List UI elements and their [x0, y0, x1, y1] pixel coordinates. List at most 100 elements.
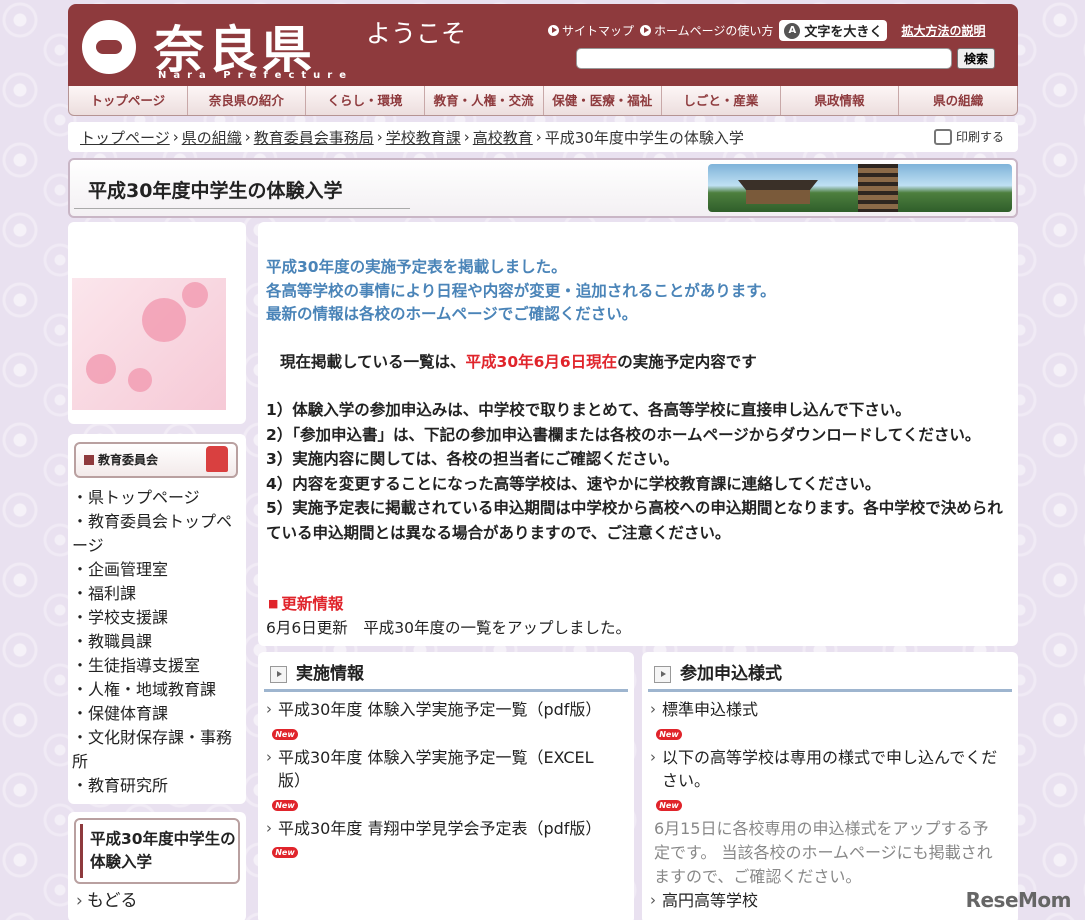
new-badge: New: [272, 847, 298, 858]
temple-hall: [746, 190, 810, 204]
search-input[interactable]: [576, 48, 952, 69]
nav-item-top[interactable]: トップページ: [69, 86, 188, 115]
rule-item: 5）実施予定表に掲載されている申込期間は中学校から高校への申込期間となります。各…: [266, 499, 1003, 542]
printer-icon: [933, 128, 952, 145]
breadcrumb-separator: ›: [172, 128, 179, 146]
rule-item: 1）体験入学の参加申込みは、中学校で取りまとめて、各高等学校に直接申し込んで下さ…: [266, 401, 911, 419]
sidebar-item-cultural[interactable]: ・文化財保存課・事務所: [72, 726, 240, 774]
breadcrumb-separator: ›: [244, 128, 251, 146]
logo-subtitle: Nara Prefecture: [158, 70, 353, 81]
rule-item: 4）内容を変更することになった高等学校は、速やかに学校教育課に連絡してください。: [266, 474, 881, 493]
breadcrumb-link[interactable]: トップページ: [80, 127, 170, 148]
utility-links: サイトマップ ホームページの使い方 A 文字を大きく 拡大方法の説明: [548, 20, 985, 41]
bullet-icon: [84, 455, 94, 465]
page-wrapper: 奈良県 Nara Prefecture ようこそ サイトマップ ホームページの使…: [68, 4, 1018, 218]
page-title: 平成30年度中学生の体験入学: [88, 180, 343, 202]
current-date: 平成30年6月6日現在: [465, 353, 618, 371]
zoom-howto-link[interactable]: 拡大方法の説明: [901, 22, 985, 39]
update-heading: 更新情報: [268, 592, 343, 614]
current-page-box: 平成30年度中学生の体験入学: [74, 818, 240, 884]
sidebar-item-welfare[interactable]: ・福利課: [72, 582, 240, 606]
new-badge: New: [272, 728, 298, 740]
panel-title: 参加申込様式: [648, 660, 1012, 692]
title-underline: [74, 208, 410, 209]
search-bar: 検索: [576, 48, 995, 69]
sidebar-links: ・県トップページ ・教育委員会トップページ ・企画管理室 ・福利課 ・学校支援課…: [72, 486, 240, 798]
prefecture-emblem-icon: [82, 20, 136, 74]
search-button[interactable]: 検索: [957, 48, 995, 69]
panel-title: 実施情報: [264, 660, 628, 692]
notice-line: 各高等学校の事情により日程や内容が変更・追加されることがあります。: [266, 281, 776, 300]
breadcrumb-link[interactable]: 学校教育課: [386, 127, 461, 148]
breadcrumb-separator: ›: [535, 128, 542, 146]
special-form-item: 以下の高等学校は専用の様式で申し込んでください。: [650, 746, 1000, 793]
breadcrumb-link[interactable]: 高校教育: [473, 127, 533, 148]
breadcrumb-separator: ›: [463, 128, 470, 146]
breadcrumb-link[interactable]: 教育委員会事務局: [254, 127, 374, 148]
nav-item-education[interactable]: 教育・人権・交流: [425, 86, 544, 115]
blossom: [142, 298, 186, 342]
sidebar-item-health-pe[interactable]: ・保健体育課: [72, 702, 240, 726]
application-list: 標準申込様式 New 以下の高等学校は専用の様式で申し込んでください。 New …: [650, 698, 1000, 912]
sidebar-image: [68, 222, 246, 424]
notice-text: 平成30年度の実施予定表を掲載しました。 各高等学校の事情により日程や内容が変更…: [266, 256, 776, 327]
new-badge: New: [656, 728, 682, 740]
sidebar-current: 平成30年度中学生の体験入学 もどる: [68, 812, 246, 920]
excel-schedule-link[interactable]: 平成30年度 体験入学実施予定一覧（EXCEL版）: [266, 746, 616, 793]
blossom: [128, 368, 152, 392]
print-button[interactable]: 印刷する: [933, 128, 1004, 145]
new-badge: New: [272, 799, 298, 811]
standard-form-link[interactable]: 標準申込様式: [650, 698, 1000, 722]
arrow-box-icon: [654, 666, 671, 683]
sidebar-menu: 教育委員会 ・県トップページ ・教育委員会トップページ ・企画管理室 ・福利課 …: [68, 434, 246, 804]
howto-link[interactable]: ホームページの使い方: [640, 22, 773, 39]
welcome-text: ようこそ: [366, 19, 467, 48]
rules-list: 1）体験入学の参加申込みは、中学校で取りまとめて、各高等学校に直接申し込んで下さ…: [266, 398, 1006, 545]
nav-item-life[interactable]: くらし・環境: [306, 86, 425, 115]
sidebar-item-board-top[interactable]: ・教育委員会トップページ: [72, 510, 240, 558]
sidebar-item-staff[interactable]: ・教職員課: [72, 630, 240, 654]
sidebar-heading: 教育委員会: [74, 442, 238, 478]
nav-item-govinfo[interactable]: 県政情報: [781, 86, 900, 115]
page-title-bar: 平成30年度中学生の体験入学: [68, 158, 1018, 218]
implementation-panel: 実施情報 平成30年度 体験入学実施予定一覧（pdf版） New 平成30年度 …: [258, 652, 634, 920]
breadcrumb-current: 平成30年度中学生の体験入学: [544, 128, 744, 147]
arrow-box-icon: [270, 666, 287, 683]
form-note: 6月15日に各校専用の申込様式をアップする予定です。 当該各校のホームページにも…: [654, 818, 993, 886]
school-bag-icon: [206, 446, 228, 472]
current-pre: 現在掲載している一覧は、: [280, 353, 466, 371]
back-link[interactable]: もどる: [76, 886, 138, 911]
sidebar-item-pref-top[interactable]: ・県トップページ: [72, 486, 240, 510]
pagoda: [858, 164, 898, 212]
sidebar-item-human-rights[interactable]: ・人権・地域教育課: [72, 678, 240, 702]
temple-banner-image: [708, 164, 1012, 212]
site-header: 奈良県 Nara Prefecture ようこそ サイトマップ ホームページの使…: [68, 4, 1018, 86]
sidebar-item-research[interactable]: ・教育研究所: [72, 774, 240, 798]
main-content: 平成30年度の実施予定表を掲載しました。 各高等学校の事情により日程や内容が変更…: [258, 222, 1018, 646]
nav-item-intro[interactable]: 奈良県の紹介: [188, 86, 307, 115]
sidebar-item-guidance[interactable]: ・生徒指導支援室: [72, 654, 240, 678]
sitemap-link[interactable]: サイトマップ: [548, 22, 634, 39]
arrow-circle-icon: [548, 25, 559, 36]
sidebar-item-school-support[interactable]: ・学校支援課: [72, 606, 240, 630]
seisho-schedule-link[interactable]: 平成30年度 青翔中学見学会予定表（pdf版）: [266, 817, 616, 841]
application-form-panel: 参加申込様式 標準申込様式 New 以下の高等学校は専用の様式で申し込んでくださ…: [642, 652, 1018, 920]
global-nav: トップページ 奈良県の紹介 くらし・環境 教育・人権・交流 保健・医療・福祉 し…: [68, 86, 1018, 116]
breadcrumb: トップページ › 県の組織 › 教育委員会事務局 › 学校教育課 › 高校教育 › 平成3…: [68, 122, 1018, 152]
nav-item-org[interactable]: 県の組織: [899, 86, 1017, 115]
cherry-blossom-image: [72, 278, 226, 410]
rule-item: 3）実施内容に関しては、各校の担当者にご確認ください。: [266, 450, 679, 468]
breadcrumb-separator: ›: [376, 128, 383, 146]
blossom: [86, 354, 116, 384]
pdf-schedule-link[interactable]: 平成30年度 体験入学実施予定一覧（pdf版）: [266, 698, 616, 722]
temple-roof: [738, 180, 818, 190]
sidebar-item-planning[interactable]: ・企画管理室: [72, 558, 240, 582]
enlarge-text-button[interactable]: A 文字を大きく: [779, 20, 888, 41]
font-size-icon: A: [784, 22, 801, 39]
current-status: 現在掲載している一覧は、平成30年6月6日現在の実施予定内容です: [280, 350, 757, 372]
nav-item-health[interactable]: 保健・医療・福祉: [544, 86, 663, 115]
nav-item-work[interactable]: しごと・産業: [662, 86, 781, 115]
rule-item: 2）「参加申込書」は、下記の参加申込書欄または各校のホームページからダウンロード…: [266, 425, 981, 444]
takamado-link[interactable]: 高円高等学校: [650, 889, 1000, 913]
breadcrumb-link[interactable]: 県の組織: [182, 127, 242, 148]
